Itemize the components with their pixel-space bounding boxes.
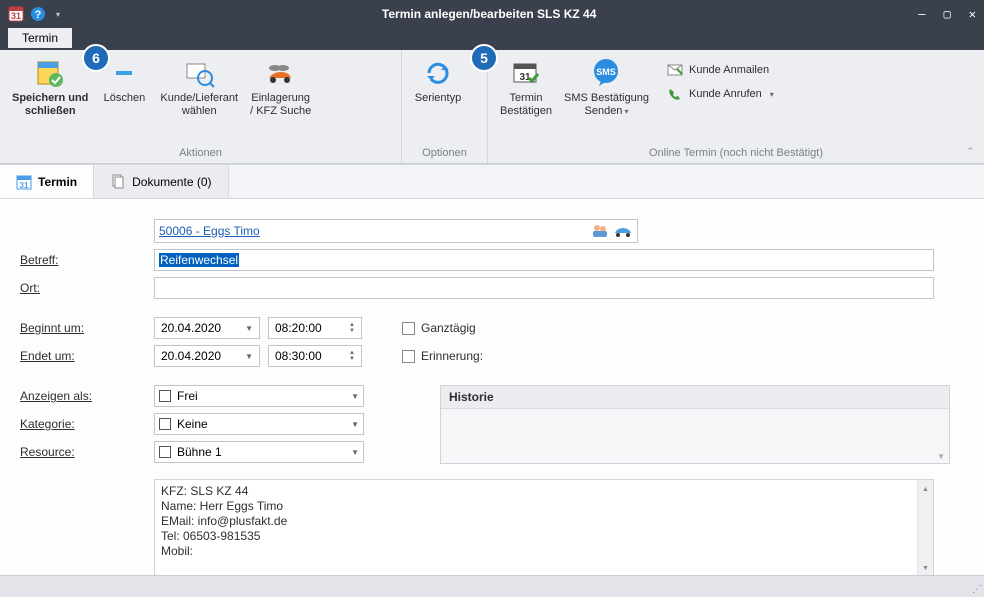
hint-badge-6: 6: [82, 44, 110, 72]
end-label: Endet um:: [20, 349, 154, 363]
end-time-input[interactable]: 08:30:00▲▼: [268, 345, 362, 367]
content-area: 31 Termin Dokumente (0) 50006 - Eggs Tim…: [0, 164, 984, 575]
confirm-appointment-button[interactable]: 31 Termin Bestätigen: [494, 54, 558, 120]
subject-label: Betreff:: [20, 253, 154, 267]
calendar-icon: 31: [16, 174, 32, 190]
documents-icon: [110, 174, 126, 190]
start-date-input[interactable]: 20.04.2020▼: [154, 317, 260, 339]
showas-select[interactable]: Frei▼: [154, 385, 364, 407]
hint-badge-5: 5: [470, 44, 498, 72]
subject-input[interactable]: Reifenwechsel: [154, 249, 934, 271]
start-label: Beginnt um:: [20, 321, 154, 335]
series-type-button[interactable]: Serientyp: [408, 54, 468, 107]
minimize-button[interactable]: —: [918, 7, 925, 21]
customer-link[interactable]: 50006 - Eggs Timo: [159, 224, 591, 238]
svg-text:?: ?: [35, 9, 42, 21]
svg-text:SMS: SMS: [597, 67, 617, 77]
car-icon[interactable]: [613, 223, 633, 239]
ribbon-group-online-label: Online Termin (noch nicht Bestätigt): [488, 145, 984, 163]
category-label: Kategorie:: [20, 417, 154, 431]
ribbon-group-options-label: Optionen: [402, 145, 487, 163]
history-panel: Historie ▼: [440, 385, 950, 464]
ribbon-collapse-icon[interactable]: ⌃: [966, 146, 974, 157]
mail-customer-button[interactable]: Kunde Anmailen: [663, 60, 778, 80]
showas-label: Anzeigen als:: [20, 389, 154, 403]
allday-checkbox[interactable]: [402, 322, 415, 335]
reminder-checkbox[interactable]: [402, 350, 415, 363]
titlebar: 31 ? ▾ Termin anlegen/bearbeiten SLS KZ …: [0, 0, 984, 28]
storage-search-button[interactable]: Einlagerung / KFZ Suche: [244, 54, 317, 120]
app-icon: 31: [8, 6, 24, 22]
ribbon: ⌃ 6 5 Speichern und schließen Löschen Ku…: [0, 50, 984, 164]
resize-grip[interactable]: ⋰: [972, 584, 980, 595]
start-time-input[interactable]: 08:20:00▲▼: [268, 317, 362, 339]
call-customer-button[interactable]: Kunde Anrufen ▾: [663, 84, 778, 104]
statusbar: ⋰: [0, 575, 984, 597]
window-title: Termin anlegen/bearbeiten SLS KZ 44: [60, 7, 918, 21]
allday-label: Ganztägig: [421, 321, 476, 335]
reminder-label: Erinnerung:: [421, 349, 483, 363]
close-button[interactable]: ✕: [969, 7, 976, 21]
svg-text:31: 31: [519, 72, 531, 83]
history-header: Historie: [441, 386, 949, 409]
category-select[interactable]: Keine▼: [154, 413, 364, 435]
subtab-termin[interactable]: 31 Termin: [0, 165, 94, 198]
notes-scrollbar[interactable]: [917, 480, 933, 578]
end-date-input[interactable]: 20.04.2020▼: [154, 345, 260, 367]
history-body[interactable]: ▼: [441, 409, 949, 463]
svg-text:31: 31: [11, 11, 21, 21]
maximize-button[interactable]: ▢: [944, 7, 951, 21]
subtab-documents[interactable]: Dokumente (0): [94, 165, 228, 198]
ribbon-tab-termin[interactable]: Termin: [8, 28, 72, 48]
help-icon[interactable]: ?: [30, 6, 46, 22]
customer-link-box[interactable]: 50006 - Eggs Timo: [154, 219, 638, 243]
sms-confirm-button[interactable]: SMS SMS Bestätigung Senden▾: [558, 54, 655, 120]
pick-customer-button[interactable]: Kunde/Lieferant wählen: [154, 54, 244, 120]
save-close-button[interactable]: Speichern und schließen: [6, 54, 94, 120]
people-icon[interactable]: [591, 223, 609, 239]
svg-text:31: 31: [20, 181, 29, 190]
ribbon-group-actions-label: Aktionen: [0, 145, 401, 163]
notes-textarea[interactable]: KFZ: SLS KZ 44 Name: Herr Eggs Timo EMai…: [154, 479, 934, 579]
resource-select[interactable]: Bühne 1▼: [154, 441, 364, 463]
resource-label: Resource:: [20, 445, 154, 459]
location-label: Ort:: [20, 281, 154, 295]
location-input[interactable]: [154, 277, 934, 299]
